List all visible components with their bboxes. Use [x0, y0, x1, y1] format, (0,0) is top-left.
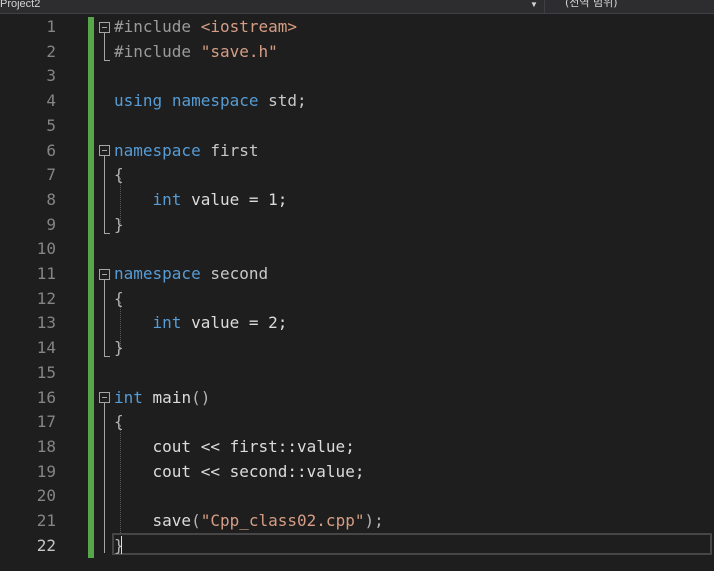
code-line-13[interactable]: int value = 2; — [114, 311, 288, 336]
brace: } — [114, 535, 124, 555]
text-caret — [121, 536, 122, 554]
code-editor[interactable]: 1 2 3 4 5 6 7 8 9 10 11 12 13 14 15 16 1… — [0, 14, 714, 571]
keyword: namespace — [114, 140, 201, 160]
code-line-4[interactable]: using namespace std; — [114, 89, 307, 114]
line-number: 15 — [36, 362, 56, 382]
line-number: 13 — [36, 313, 56, 333]
code-line-18[interactable]: cout << first::value; — [114, 435, 355, 460]
code-area[interactable]: #include <iostream> #include "save.h" us… — [96, 14, 714, 571]
code-line-9[interactable]: } — [114, 213, 124, 238]
namespace-name: first — [210, 140, 259, 160]
outline-line — [104, 33, 105, 60]
statement: value = 1; — [191, 189, 288, 209]
collapse-main-icon[interactable] — [99, 392, 110, 403]
chevron-down-icon[interactable]: ▼ — [530, 0, 538, 10]
code-line-1[interactable]: #include <iostream> — [114, 15, 297, 40]
line-number: 1 — [46, 17, 56, 36]
line-number: 19 — [36, 461, 56, 481]
code-line-22[interactable]: } — [114, 534, 124, 559]
namespace-name: second — [210, 264, 269, 283]
brace: { — [114, 288, 124, 308]
paren-close: ); — [364, 511, 384, 530]
code-line-21[interactable]: save("Cpp_class02.cpp"); — [114, 509, 384, 534]
line-number: 2 — [46, 41, 56, 61]
code-line-6[interactable]: namespace first — [114, 139, 259, 164]
line-number-gutter: 1 2 3 4 5 6 7 8 9 10 11 12 13 14 15 16 1… — [0, 14, 86, 571]
line-number: 21 — [36, 511, 56, 530]
statement: cout << first::value; — [152, 436, 355, 456]
outline-line — [104, 280, 105, 356]
parens: () — [191, 387, 211, 407]
code-line-16[interactable]: int main() — [114, 386, 210, 411]
line-number: 14 — [36, 338, 56, 358]
line-number: 7 — [46, 165, 56, 185]
outline-line — [104, 156, 105, 233]
scope-dropdown[interactable]: (전역 범위) — [544, 0, 714, 13]
collapse-include-icon[interactable] — [99, 22, 110, 33]
line-number: 3 — [46, 66, 56, 86]
type-keyword: int — [152, 313, 182, 333]
line-number: 10 — [36, 239, 56, 259]
code-line-11[interactable]: namespace second — [114, 262, 268, 287]
outline-end — [104, 233, 110, 234]
code-line-19[interactable]: cout << second::value; — [114, 460, 365, 485]
line-number-current: 22 — [36, 535, 56, 555]
code-line-8[interactable]: int value = 1; — [114, 188, 288, 213]
line-number: 18 — [36, 436, 56, 456]
include-header: "save.h" — [200, 41, 278, 61]
brace: { — [114, 412, 124, 432]
type-keyword: int — [152, 189, 182, 209]
collapse-namespace-second-icon[interactable] — [99, 269, 110, 280]
line-number: 12 — [36, 288, 56, 308]
line-number: 9 — [46, 214, 56, 234]
code-line-7[interactable]: { — [114, 163, 124, 188]
outline-end — [104, 60, 110, 61]
outline-end — [104, 356, 110, 357]
string-literal: "Cpp_class02.cpp" — [200, 511, 365, 530]
line-number: 17 — [36, 412, 56, 432]
namespace-name: std; — [268, 91, 307, 111]
code-line-12[interactable]: { — [114, 287, 124, 312]
code-line-2[interactable]: #include "save.h" — [114, 40, 278, 65]
line-number: 5 — [46, 115, 56, 135]
line-number: 6 — [46, 140, 56, 160]
keyword: namespace — [114, 264, 201, 283]
function-name: main — [152, 387, 192, 407]
current-line-highlight — [112, 533, 712, 555]
line-number: 4 — [46, 91, 56, 111]
scope-dropdown-label: (전역 범위) — [565, 0, 618, 9]
code-line-14[interactable]: } — [114, 336, 124, 361]
brace: } — [114, 338, 124, 358]
project-dropdown[interactable]: Project2 ▼ — [0, 0, 540, 13]
keyword: using — [114, 91, 163, 111]
code-line-17[interactable]: { — [114, 410, 124, 435]
navigation-bar: Project2 ▼ (전역 범위) — [0, 0, 714, 14]
line-number: 16 — [36, 387, 56, 407]
brace: { — [114, 165, 124, 185]
line-number: 11 — [36, 264, 56, 283]
include-header: <iostream> — [200, 17, 298, 36]
line-number: 8 — [46, 189, 56, 209]
preprocessor-directive: #include — [114, 41, 192, 61]
paren-open: ( — [191, 511, 201, 530]
brace: } — [114, 214, 124, 234]
project-dropdown-label: Project2 — [0, 0, 41, 10]
function-name: save — [152, 511, 192, 530]
statement: cout << second::value; — [152, 461, 365, 481]
statement: value = 2; — [191, 313, 288, 333]
line-number: 20 — [36, 486, 56, 506]
change-tracking-bar — [88, 17, 94, 558]
keyword: namespace — [171, 91, 259, 111]
outline-line — [104, 403, 105, 553]
preprocessor-directive: #include — [114, 17, 192, 36]
collapse-namespace-first-icon[interactable] — [99, 145, 110, 156]
type-keyword: int — [114, 387, 143, 407]
